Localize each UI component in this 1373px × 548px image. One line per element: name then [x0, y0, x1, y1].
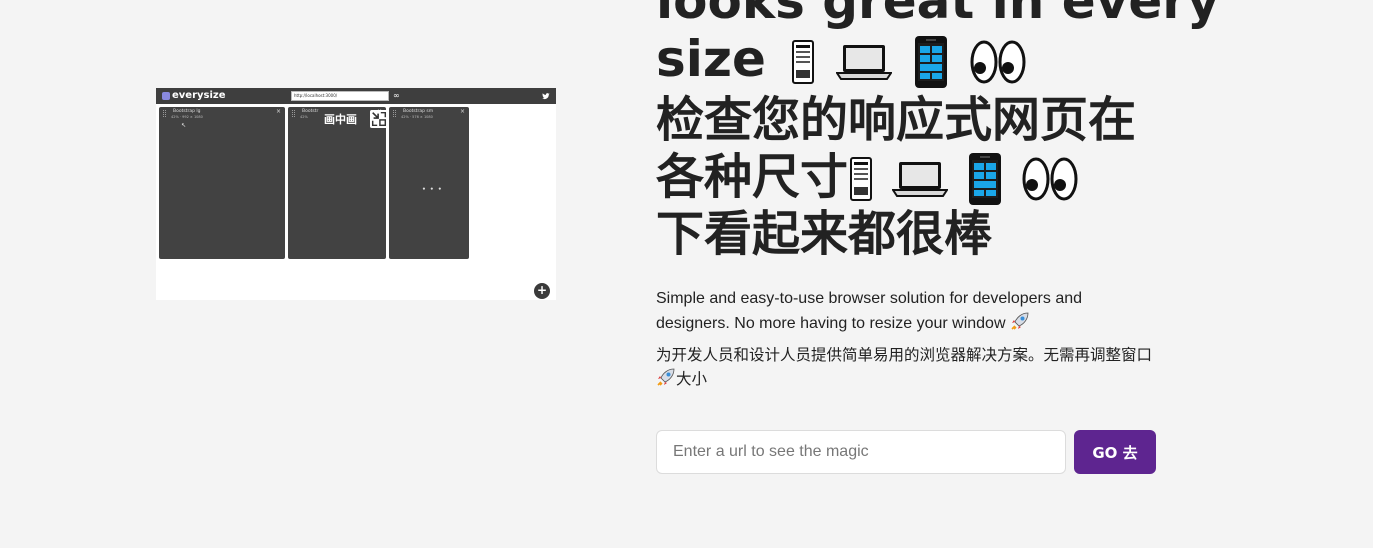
- headline: looks great in every size: [656, 0, 1256, 89]
- add-panel-button: +: [534, 283, 550, 299]
- headline-chinese: 检查您的响应式网页在 各种尺寸 下看起来都很棒: [656, 92, 1216, 263]
- drag-grip-icon: [292, 110, 295, 117]
- twitter-icon: [542, 93, 550, 100]
- pip-label: 画中画: [324, 113, 357, 126]
- headline-line-2: size: [656, 30, 766, 88]
- subtitle-zh-text-2: 大小: [676, 370, 708, 388]
- preview-url-field: http://localhost:3000/: [291, 91, 389, 101]
- app-preview-image: everysize http://localhost:3000/ ∞ Boots…: [156, 88, 556, 300]
- panel-dims: 42%: [300, 115, 308, 119]
- link-icon: ∞: [393, 91, 400, 100]
- rocket-icon: [657, 368, 675, 386]
- eyes-icon: [970, 40, 1026, 84]
- desktop-tower-icon: [791, 40, 814, 84]
- close-icon: ×: [275, 108, 281, 115]
- mobile-phone-icon: [969, 153, 1002, 205]
- headline-zh-line-1: 检查您的响应式网页在: [656, 92, 1137, 148]
- rocket-icon: [1011, 312, 1029, 330]
- drag-grip-icon: [163, 110, 166, 117]
- preview-logo: everysize: [172, 90, 226, 101]
- headline-zh-line-3: 下看起来都很棒: [656, 206, 993, 262]
- subtitle-chinese: 为开发人员和设计人员提供简单易用的浏览器解决方案。无需再调整窗口 大小: [656, 343, 1161, 391]
- loading-dots-icon: • • •: [422, 186, 443, 193]
- logo-icon: [162, 92, 170, 100]
- subtitle: Simple and easy-to-use browser solution …: [656, 287, 1136, 336]
- laptop-icon: [892, 162, 949, 197]
- mobile-phone-icon: [914, 36, 947, 88]
- headline-line-1: looks great in every: [656, 0, 1220, 30]
- drag-grip-icon: [393, 110, 396, 117]
- preview-panel-small: Bootstrap sm 42% · 576 × 1080 × • • •: [389, 107, 469, 259]
- subtitle-zh-text-1: 为开发人员和设计人员提供简单易用的浏览器解决方案。无需再调整窗口: [656, 346, 1153, 364]
- desktop-tower-icon: [850, 157, 873, 201]
- preview-panel-large: Bootstrap lg 42% · 992 × 1080 × ↖: [159, 107, 285, 259]
- eyes-icon: [1022, 157, 1078, 201]
- url-input[interactable]: [656, 430, 1066, 474]
- pip-exit-icon: [370, 110, 388, 128]
- preview-toolbar: everysize http://localhost:3000/ ∞: [156, 88, 556, 104]
- headline-zh-line-2: 各种尺寸: [656, 149, 849, 205]
- go-button[interactable]: GO 去: [1074, 430, 1156, 474]
- cursor-icon: ↖: [181, 122, 187, 129]
- panel-name: Bootstr: [302, 109, 319, 114]
- picture-in-picture-overlay: 画中画: [324, 109, 388, 133]
- panel-dims: 42% · 992 × 1080: [171, 115, 203, 119]
- panel-dims: 42% · 576 × 1080: [401, 115, 433, 119]
- panel-name: Bootstrap sm: [403, 109, 434, 114]
- close-icon: ×: [459, 108, 465, 115]
- panel-name: Bootstrap lg: [173, 109, 201, 114]
- laptop-icon: [835, 45, 892, 80]
